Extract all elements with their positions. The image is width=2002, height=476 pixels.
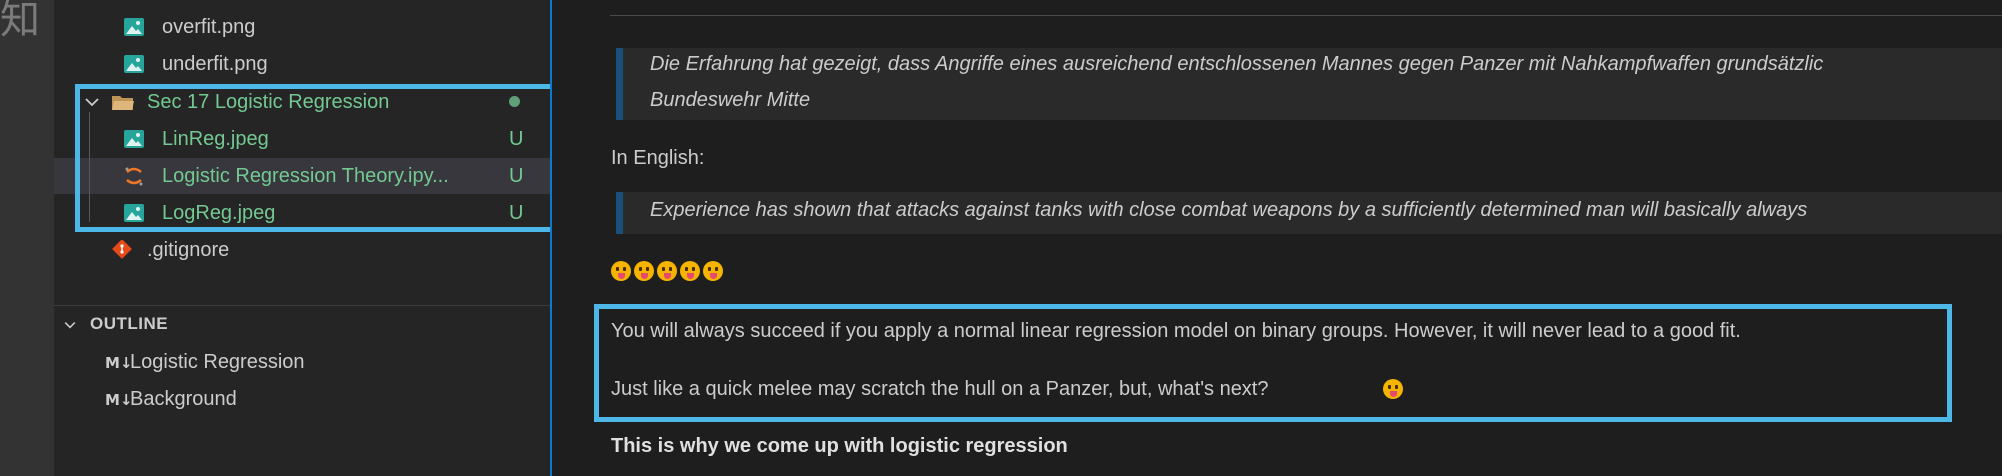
outline-item[interactable]: Background [130,388,237,411]
file-item-gitignore[interactable]: .gitignore [54,232,550,268]
markdown-heading-icon: M↓ [105,391,133,409]
blockquote-text: Experience has shown that attacks agains… [650,199,1808,221]
tongue-emoji-icon [634,261,654,281]
file-item-overfit[interactable]: overfit.png [54,9,550,45]
paragraph-logistic-regression-bold: This is why we come up with logistic reg… [611,435,1068,457]
emoji-row [611,261,726,281]
folder-highlight-box [75,84,596,232]
outline-header-label: OUTLINE [90,314,169,333]
outline-header[interactable]: OUTLINE [62,314,262,336]
activity-bar: 知 [0,0,54,476]
blockquote: Experience has shown that attacks agains… [616,192,2002,234]
paragraph-in-english: In English: [611,147,705,169]
tongue-emoji-icon [657,261,677,281]
outline-separator [54,305,550,306]
image-icon [124,18,144,36]
tongue-emoji-icon [680,261,700,281]
file-name: underfit.png [162,52,268,75]
chevron-down-icon [64,322,76,329]
git-icon [112,240,132,259]
vscode-window: 知 overfit.png underfit.png Sec 17 Logistic… [0,0,2002,476]
outline-item[interactable]: Logistic Regression [130,351,305,374]
tongue-emoji-icon [703,261,723,281]
cell-separator [610,15,2002,16]
image-icon [124,55,144,73]
blockquote-text: Die Erfahrung hat gezeigt, dass Angriffe… [650,53,1824,75]
paragraph-highlight-box [594,304,1952,422]
file-item-underfit[interactable]: underfit.png [54,46,550,82]
activity-bar-glyph: 知 [0,0,40,43]
file-name: overfit.png [162,15,256,38]
blockquote: Die Erfahrung hat gezeigt, dass Angriffe… [616,48,2002,120]
file-name: .gitignore [147,238,230,261]
markdown-heading-icon: M↓ [105,354,133,372]
tongue-emoji-icon [611,261,631,281]
blockquote-text: Bundeswehr Mitte [650,89,811,111]
